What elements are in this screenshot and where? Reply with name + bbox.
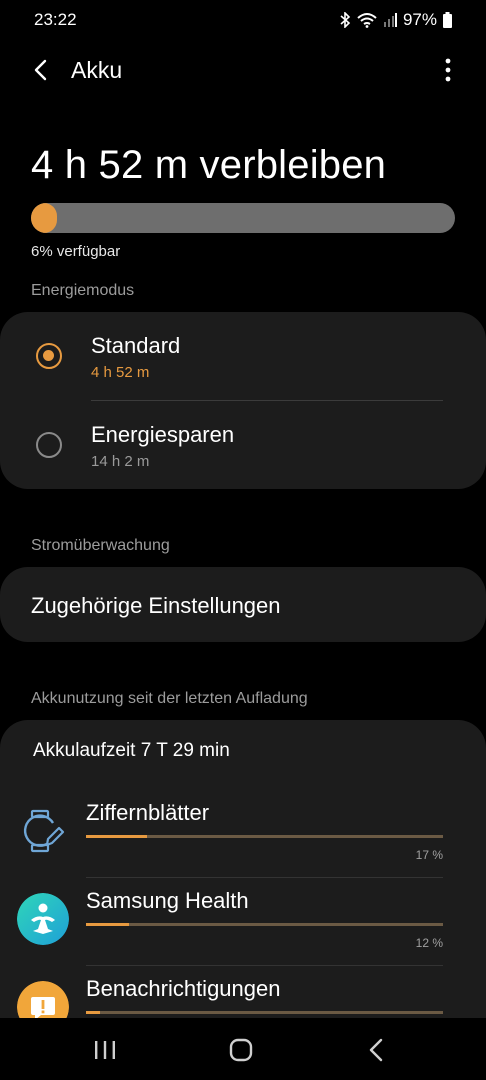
option-title: Energiesparen [91, 422, 235, 447]
power-mode-option-standard[interactable]: Standard 4 h 52 m [0, 312, 486, 400]
usage-bar [86, 923, 443, 926]
status-time: 23:22 [34, 10, 77, 29]
navigation-bar [0, 1018, 486, 1080]
battery-available-text: 6% verfügbar [31, 243, 121, 260]
section-label-power-monitor: Stromüberwachung [31, 537, 170, 554]
related-settings-card[interactable]: Zugehörige Einstellungen [0, 567, 486, 642]
home-icon[interactable] [226, 1035, 256, 1065]
option-subtitle: 14 h 2 m [91, 453, 150, 470]
more-vertical-icon[interactable] [442, 56, 454, 84]
usage-bar [86, 835, 443, 838]
usage-bar-fill [86, 1011, 101, 1014]
power-mode-option-energiesparen[interactable]: Energiesparen 14 h 2 m [0, 401, 486, 489]
back-icon[interactable] [362, 1035, 392, 1065]
remaining-time-headline: 4 h 52 m verbleiben [31, 143, 387, 187]
app-bar: Akku [0, 48, 486, 92]
option-subtitle: 4 h 52 m [91, 364, 150, 381]
radio-selected-icon[interactable] [36, 343, 62, 369]
usage-card: Akkulaufzeit 7 T 29 min Ziffernblätter 1… [0, 720, 486, 1020]
app-name: Samsung Health [86, 888, 249, 913]
usage-row-benachrichtigungen[interactable]: Benachrichtigungen [0, 966, 486, 1020]
power-mode-card: Standard 4 h 52 m Energiesparen 14 h 2 m [0, 312, 486, 489]
app-name: Ziffernblätter [86, 800, 210, 825]
section-label-power-mode: Energiemodus [31, 282, 135, 299]
back-arrow-icon[interactable] [28, 56, 56, 84]
radio-unselected-icon[interactable] [36, 432, 62, 458]
battery-level-bar [31, 203, 455, 233]
usage-row-ziffernblaetter[interactable]: Ziffernblätter 17 % [0, 790, 486, 878]
battery-icon [443, 12, 452, 28]
signal-icon [383, 13, 397, 27]
related-settings-link[interactable]: Zugehörige Einstellungen [31, 593, 281, 619]
status-icons: 97% [339, 10, 452, 30]
battery-level-fill [31, 203, 57, 233]
usage-bar [86, 1011, 443, 1014]
recent-apps-icon[interactable] [90, 1035, 120, 1065]
bluetooth-icon [340, 12, 351, 28]
battery-percent: 97% [402, 10, 437, 29]
usage-row-samsung-health[interactable]: Samsung Health 12 % [0, 878, 486, 966]
battery-runtime: Akkulaufzeit 7 T 29 min [33, 740, 230, 761]
app-name: Benachrichtigungen [86, 976, 281, 1001]
usage-percent: 17 % [415, 848, 443, 862]
status-bar: 23:22 97% [0, 0, 486, 40]
usage-bar-fill [86, 923, 129, 926]
notification-alert-icon [17, 981, 69, 1020]
wifi-icon [357, 13, 377, 28]
section-label-usage: Akkunutzung seit der letzten Aufladung [31, 690, 308, 707]
watch-face-edit-icon [23, 809, 65, 853]
page-title: Akku [71, 57, 123, 83]
usage-percent: 12 % [415, 936, 443, 950]
samsung-health-icon [17, 893, 69, 945]
option-title: Standard [91, 333, 181, 358]
usage-bar-fill [86, 835, 147, 838]
